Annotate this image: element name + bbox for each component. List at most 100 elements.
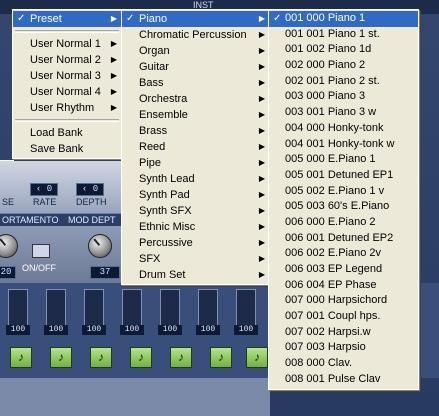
menu-item-percussive[interactable]: Percussive ▶ [122, 235, 269, 251]
portamento-panel: ON/OFF 20 37 [0, 226, 124, 283]
menu-item-user-normal-4[interactable]: User Normal 4 ▶ [13, 84, 121, 100]
rate-display[interactable]: ‹ 0 › [30, 183, 58, 205]
menu-item-003-001-piano-3-w[interactable]: 003 001 Piano 3 w [269, 105, 418, 121]
menu-item-chromatic-percussion[interactable]: Chromatic Percussion ▶ [122, 27, 269, 43]
menu-item-002-000-piano-2[interactable]: 002 000 Piano 2 [269, 58, 418, 74]
menu-item-label: Reed [139, 141, 166, 153]
lfo-panel: SE ‹ 0 › ‹ 0 › RATE DEPTH [0, 160, 130, 213]
menu-item-label: User Normal 2 [30, 54, 101, 66]
menu-item-label: Orchestra [139, 93, 188, 105]
note-icon[interactable]: ♪ [50, 347, 72, 368]
menu-item-user-normal-2[interactable]: User Normal 2 ▶ [13, 52, 121, 68]
menu-item-003-000-piano-3[interactable]: 003 000 Piano 3 [269, 89, 418, 105]
note-icon[interactable]: ♪ [210, 347, 232, 368]
menu-item-005-001-detuned-ep1[interactable]: 005 001 Detuned EP1 [269, 168, 418, 184]
menu-item-save-bank[interactable]: Save Bank [13, 141, 121, 157]
menu-item-organ[interactable]: Organ ▶ [122, 43, 269, 59]
channel-value[interactable]: 100 [44, 325, 68, 335]
menu-item-004-001-honky-tonk-w[interactable]: 004 001 Honky-tonk w [269, 137, 418, 153]
note-icon[interactable]: ♪ [10, 347, 32, 368]
rate-label: RATE [33, 197, 57, 207]
menu-item-label: Piano [139, 13, 168, 25]
menu-item-002-001-piano-2-st[interactable]: 002 001 Piano 2 st. [269, 74, 418, 90]
menu-item-label: 006 001 Detuned EP2 [285, 231, 394, 244]
menu-item-005-002-e-piano-1-v[interactable]: 005 002 E.Piano 1 v [269, 184, 418, 200]
submenu-arrow-icon: ▶ [258, 206, 265, 215]
submenu-arrow-icon: ▶ [110, 55, 117, 64]
menu-item-label: 006 004 EP Phase [285, 278, 377, 291]
menu-item-006-003-ep-legend[interactable]: 006 003 EP Legend [269, 262, 418, 278]
channel-value[interactable]: 100 [120, 325, 144, 335]
menu-item-brass[interactable]: Brass ▶ [122, 123, 269, 139]
channel-value[interactable]: 100 [6, 325, 30, 335]
check-icon: ✓ [126, 13, 135, 24]
menu-separator [15, 119, 119, 122]
menu-item-008-001-pulse-clav[interactable]: 008 001 Pulse Clav [269, 372, 418, 388]
menu-item-005-003-60-s-e-piano[interactable]: 005 003 60's E.Piano [269, 199, 418, 215]
depth-value: 0 [92, 184, 99, 194]
menu-item-label: Guitar [139, 61, 169, 73]
menu-item-label: 001 000 Piano 1 [285, 12, 366, 24]
channel-value[interactable]: 100 [196, 325, 220, 335]
menu-item-preset[interactable]: ✓ Preset ▶ [13, 11, 121, 27]
note-icon[interactable]: ♪ [170, 347, 192, 368]
menu-item-synth-sfx[interactable]: Synth SFX ▶ [122, 203, 269, 219]
mod-depth-knob[interactable] [88, 234, 112, 258]
portamento-toggle[interactable] [32, 244, 50, 258]
menu-item-synth-lead[interactable]: Synth Lead ▶ [122, 171, 269, 187]
menu-item-label: 001 001 Piano 1 st. [285, 27, 380, 40]
menu-item-label: 002 001 Piano 2 st. [285, 74, 380, 87]
menu-item-label: 008 001 Pulse Clav [285, 372, 381, 385]
menu-item-ethnic-misc[interactable]: Ethnic Misc ▶ [122, 219, 269, 235]
menu-item-008-000-clav[interactable]: 008 000 Clav. [269, 356, 418, 372]
menu-item-piano[interactable]: ✓ Piano ▶ [122, 11, 269, 27]
submenu-arrow-icon: ▶ [110, 14, 117, 23]
menu-item-001-001-piano-1-st[interactable]: 001 001 Piano 1 st. [269, 27, 418, 43]
note-icon[interactable]: ♪ [90, 347, 112, 368]
menu-item-label: 007 003 Harpsio [285, 341, 366, 354]
menu-item-label: SFX [139, 253, 161, 265]
menu-item-sfx[interactable]: SFX ▶ [122, 251, 269, 267]
menu-item-pipe[interactable]: Pipe ▶ [122, 155, 269, 171]
menu-item-load-bank[interactable]: Load Bank [13, 125, 121, 141]
menu-item-001-002-piano-1d[interactable]: 001 002 Piano 1d [269, 42, 418, 58]
menu-item-007-000-harpsichord[interactable]: 007 000 Harpsichord [269, 293, 418, 309]
portamento-knob[interactable] [0, 234, 18, 258]
menu-item-bass[interactable]: Bass ▶ [122, 75, 269, 91]
channel-value[interactable]: 100 [82, 325, 106, 335]
menu-item-006-000-e-piano-2[interactable]: 006 000 E.Piano 2 [269, 215, 418, 231]
submenu-arrow-icon: ▶ [258, 110, 265, 119]
menu-item-007-002-harpsi-w[interactable]: 007 002 Harpsi.w [269, 325, 418, 341]
menu-item-001-000-piano-1[interactable]: ✓ 001 000 Piano 1 [269, 11, 418, 27]
portamento-header: ORTAMENTO [0, 213, 66, 226]
menu-item-007-001-coupl-hps[interactable]: 007 001 Coupl hps. [269, 309, 418, 325]
menu-item-006-004-ep-phase[interactable]: 006 004 EP Phase [269, 278, 418, 294]
menu-item-synth-pad[interactable]: Synth Pad ▶ [122, 187, 269, 203]
submenu-arrow-icon: ▶ [258, 174, 265, 183]
menu-item-user-normal-1[interactable]: User Normal 1 ▶ [13, 36, 121, 52]
menu-item-user-rhythm[interactable]: User Rhythm ▶ [13, 100, 121, 116]
menu-item-label: 008 000 Clav. [285, 357, 353, 370]
submenu-arrow-icon: ▶ [258, 238, 265, 247]
menu-item-ensemble[interactable]: Ensemble ▶ [122, 107, 269, 123]
menu-item-orchestra[interactable]: Orchestra ▶ [122, 91, 269, 107]
menu-item-006-001-detuned-ep2[interactable]: 006 001 Detuned EP2 [269, 231, 418, 247]
category-menu: ✓ Piano ▶ Chromatic Percussion ▶ Organ ▶ Guitar… [121, 9, 270, 285]
menu-item-label: 005 000 E.Piano 1 [285, 153, 376, 166]
submenu-arrow-icon: ▶ [258, 190, 265, 199]
menu-item-007-003-harpsio[interactable]: 007 003 Harpsio [269, 340, 418, 356]
menu-item-guitar[interactable]: Guitar ▶ [122, 59, 269, 75]
menu-item-006-002-e-piano-2v[interactable]: 006 002 E.Piano 2v [269, 246, 418, 262]
menu-item-drum-set[interactable]: Drum Set ▶ [122, 267, 269, 283]
channel-value[interactable]: 100 [158, 325, 182, 335]
note-icon[interactable]: ♪ [246, 347, 268, 368]
menu-item-004-000-honky-tonk[interactable]: 004 000 Honky-tonk [269, 121, 418, 137]
depth-display[interactable]: ‹ 0 › [76, 183, 104, 205]
menu-item-user-normal-3[interactable]: User Normal 3 ▶ [13, 68, 121, 84]
note-icon[interactable]: ♪ [130, 347, 152, 368]
menu-item-005-000-e-piano-1[interactable]: 005 000 E.Piano 1 [269, 152, 418, 168]
mod-depth-value: 37 [90, 266, 120, 279]
menu-item-reed[interactable]: Reed ▶ [122, 139, 269, 155]
menu-item-label: Bass [139, 77, 164, 89]
channel-value[interactable]: 100 [234, 325, 258, 335]
